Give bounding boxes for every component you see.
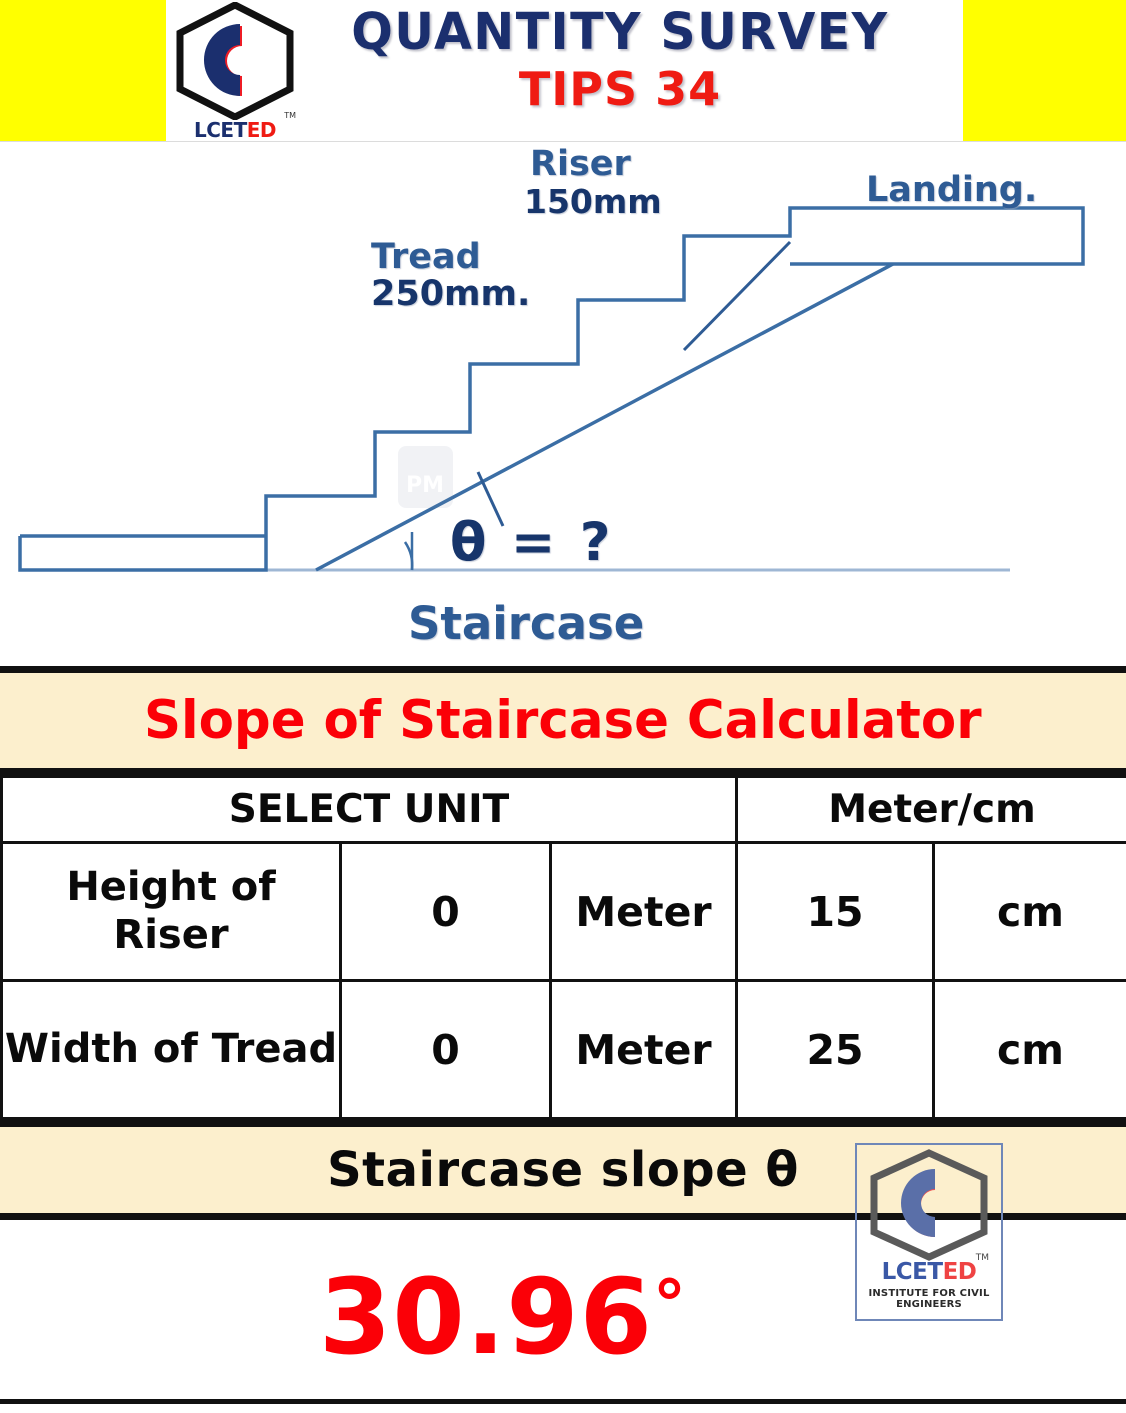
riser-label: Riser <box>530 144 631 184</box>
tread-value: 250mm. <box>371 274 530 314</box>
table-row: Width of Tread 0 Meter 25 cm <box>2 981 1126 1119</box>
table-header-row: SELECT UNIT Meter/cm <box>2 777 1126 843</box>
slope-calculator: Slope of Staircase Calculator SELECT UNI… <box>0 666 1126 1413</box>
result-value: 30.96 <box>319 1256 653 1378</box>
riser-value: 150mm <box>524 182 662 221</box>
degree-symbol: ° <box>653 1266 687 1343</box>
unit-width-of-tread-meter: Meter <box>551 981 737 1119</box>
angle-question-label: θ = ? <box>450 512 613 573</box>
landing-label: Landing. <box>866 170 1037 210</box>
row-label-height-of-riser: Height of Riser <box>2 843 341 981</box>
result-value-band: 30.96° <box>0 1220 1126 1413</box>
divider-under-slope <box>0 1213 1126 1220</box>
divider-top <box>0 666 1126 673</box>
row-label-width-of-tread: Width of Tread <box>2 981 341 1119</box>
input-height-of-riser-cm[interactable]: 15 <box>737 843 934 981</box>
result-label-band: Staircase slope θ <box>0 1127 1126 1213</box>
brand-logo: TM LCETED <box>172 2 298 141</box>
page-title: QUANTITY SURVEY <box>351 0 888 65</box>
result-value-group: 30.96° <box>319 1256 687 1378</box>
header-meter-cm: Meter/cm <box>737 777 1126 843</box>
input-height-of-riser-meter[interactable]: 0 <box>341 843 551 981</box>
divider-bottom <box>0 1399 1126 1404</box>
unit-height-of-riser-cm: cm <box>934 843 1126 981</box>
logo-wordmark: LCETED <box>172 120 298 140</box>
unit-height-of-riser-meter: Meter <box>551 843 737 981</box>
input-width-of-tread-cm[interactable]: 25 <box>737 981 934 1119</box>
unit-width-of-tread-cm: cm <box>934 981 1126 1119</box>
logo-tm-mark: TM <box>284 111 296 120</box>
diagram-caption: Staircase <box>408 597 644 650</box>
header-select-unit: SELECT UNIT <box>2 777 737 843</box>
page-subtitle: TIPS 34 <box>519 65 721 113</box>
header-banner: TM LCETED QUANTITY SURVEY TIPS 34 <box>0 0 1126 141</box>
svg-text:PM: PM <box>406 473 444 498</box>
lceted-hexagon-cc-logo-icon: TM LCETED <box>172 2 298 141</box>
logo-wordmark-lcet: LCET <box>194 118 247 141</box>
banner-title-group: QUANTITY SURVEY TIPS 34 <box>300 0 940 141</box>
input-width-of-tread-meter[interactable]: 0 <box>341 981 551 1119</box>
calculator-title-band: Slope of Staircase Calculator <box>0 673 1126 768</box>
divider-under-title <box>0 768 1126 775</box>
tread-label: Tread <box>371 237 481 277</box>
table-row: Height of Riser 0 Meter 15 cm <box>2 843 1126 981</box>
calculator-table: SELECT UNIT Meter/cm Height of Riser 0 M… <box>0 775 1126 1120</box>
staircase-diagram: PM Riser 150mm Landing. Tread 250mm. θ =… <box>0 141 1126 666</box>
result-label: Staircase slope θ <box>327 1142 799 1198</box>
logo-wordmark-ed: ED <box>247 118 276 141</box>
calculator-title: Slope of Staircase Calculator <box>144 690 982 751</box>
divider-above-slope <box>0 1120 1126 1127</box>
